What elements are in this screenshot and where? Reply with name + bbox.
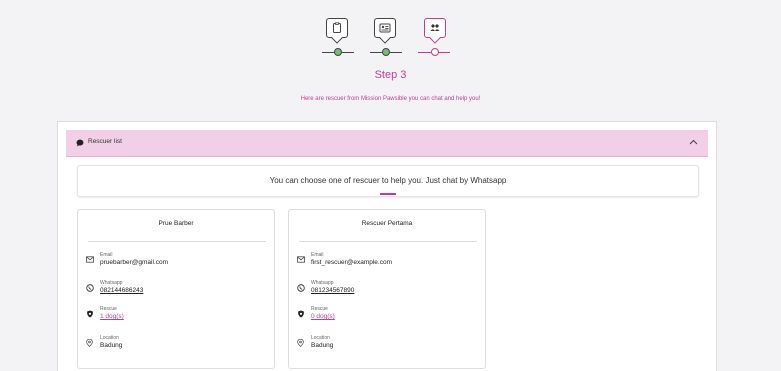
- email-label: Email: [100, 252, 113, 258]
- rescue-label: Rescue: [100, 306, 117, 312]
- location-label: Location: [311, 335, 330, 341]
- email-value: pruebarber@gmail.com: [100, 259, 169, 266]
- location-pin-icon: [297, 339, 304, 347]
- rescuer-panel: Rescuer list You can choose one of rescu…: [57, 121, 717, 371]
- whatsapp-icon: [86, 284, 94, 292]
- rescuer-card: Prue Barber Email pruebarber@gmail.com W…: [77, 209, 275, 369]
- location-pin-icon: [86, 339, 93, 347]
- step-1-dot: [334, 48, 342, 56]
- notice-underline: [380, 193, 396, 195]
- location-label: Location: [100, 335, 119, 341]
- chevron-up-icon[interactable]: [689, 139, 698, 145]
- location-value: Badung: [311, 342, 334, 349]
- rescue-label: Rescue: [311, 306, 328, 312]
- email-value: first_rescuer@example.com: [311, 259, 393, 266]
- rescue-count-link[interactable]: 0 dog(s): [311, 313, 335, 320]
- shield-icon: [87, 310, 93, 318]
- notice-text: You can choose one of rescuer to help yo…: [269, 176, 507, 185]
- email-label: Email: [311, 252, 324, 258]
- step-3-dot: [431, 48, 439, 56]
- step-title: Step 3: [374, 69, 407, 81]
- step-1-clipboard-icon: [326, 18, 348, 38]
- card-divider: [299, 241, 477, 242]
- rescuer-card: Rescuer Pertama Email first_rescuer@exam…: [288, 209, 486, 369]
- step-2-dot: [382, 48, 390, 56]
- rescue-count-link[interactable]: 1 dog(s): [100, 313, 124, 320]
- rescuer-notice: You can choose one of rescuer to help yo…: [77, 165, 699, 197]
- step-2-id-card-icon: [374, 18, 396, 38]
- whatsapp-link[interactable]: 082144686243: [100, 287, 143, 294]
- rescuer-name: Rescuer Pertama: [361, 220, 413, 227]
- whatsapp-label: Whatsapp: [311, 280, 334, 286]
- mail-icon: [297, 256, 305, 263]
- rescuer-list-title: Rescuer list: [88, 138, 122, 145]
- chat-icon: [76, 139, 84, 147]
- card-divider: [88, 241, 266, 242]
- stepper: [0, 14, 781, 64]
- whatsapp-link[interactable]: 081234567890: [311, 287, 354, 294]
- rescuer-name: Prue Barber: [158, 220, 194, 227]
- step-3-users-icon: [424, 18, 446, 38]
- shield-icon: [298, 310, 304, 318]
- step-subtitle: Here are rescuer from Mission Pawsible y…: [300, 96, 481, 102]
- whatsapp-label: Whatsapp: [100, 280, 123, 286]
- mail-icon: [86, 256, 94, 263]
- location-value: Badung: [100, 342, 123, 349]
- whatsapp-icon: [297, 284, 305, 292]
- rescuer-list-accordion-header[interactable]: Rescuer list: [66, 130, 708, 157]
